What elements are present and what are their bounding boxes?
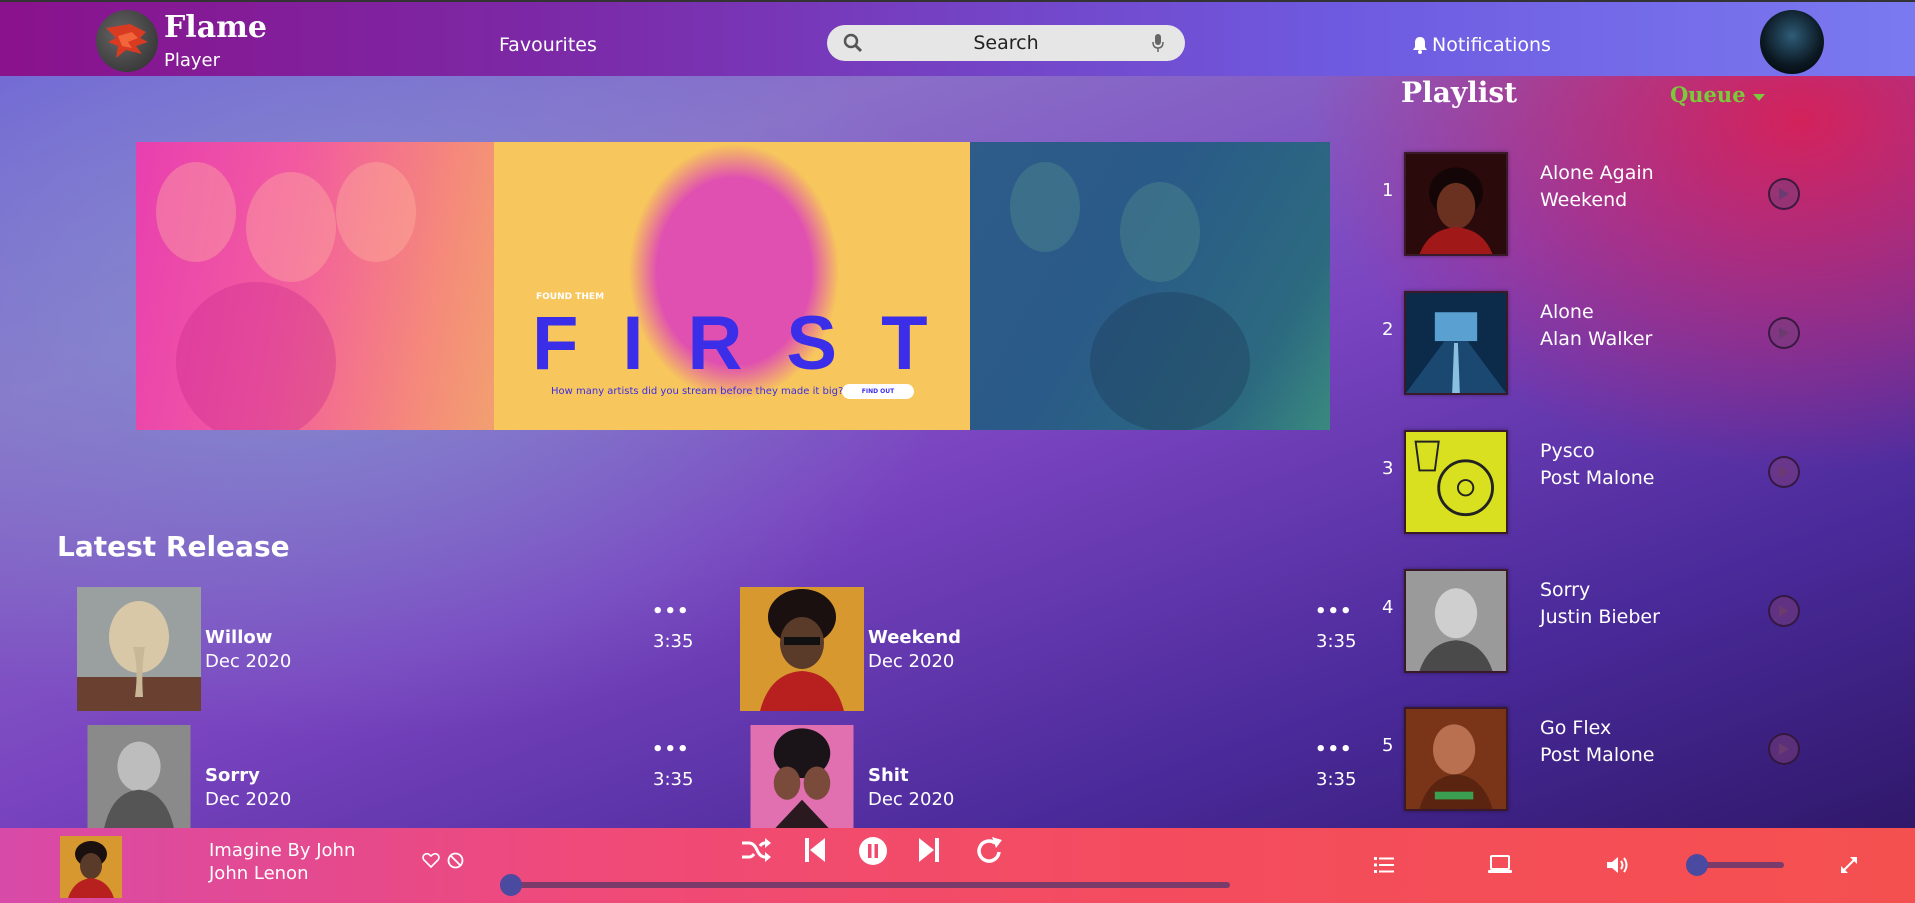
repeat-icon[interactable] — [974, 836, 1004, 866]
track-art — [1404, 707, 1508, 811]
flame-logo-icon[interactable] — [96, 10, 158, 72]
release-item[interactable]: Weekend Dec 2020 ••• 3:35 — [740, 587, 1360, 711]
playlist-title: Playlist — [1401, 76, 1518, 109]
top-bar: Flame Player Favourites Search Notificat… — [0, 0, 1915, 76]
microphone-icon[interactable] — [1151, 33, 1165, 53]
release-name: Willow — [205, 627, 273, 648]
playlist-row[interactable]: 4 Sorry Justin Bieber — [1380, 569, 1820, 677]
notifications-label: Notifications — [1432, 34, 1551, 56]
banner-slide-right[interactable] — [970, 142, 1330, 430]
track-art — [1404, 430, 1508, 534]
playlist-row[interactable]: 2 Alone Alan Walker — [1380, 291, 1820, 399]
track-number: 4 — [1382, 597, 1394, 618]
track-artist: Post Malone — [1540, 467, 1655, 489]
more-options-icon[interactable]: ••• — [652, 739, 690, 760]
track-artist: Alan Walker — [1540, 328, 1653, 350]
shuffle-icon[interactable] — [740, 836, 772, 864]
release-art-willow — [77, 587, 201, 711]
next-icon[interactable] — [918, 836, 940, 864]
block-icon[interactable] — [447, 852, 464, 869]
progress-track[interactable] — [504, 882, 1230, 888]
track-number: 2 — [1382, 319, 1394, 340]
track-title: Pysco — [1540, 440, 1595, 462]
notifications-button[interactable]: Notifications — [1412, 34, 1551, 56]
queue-label: Queue — [1670, 82, 1746, 107]
heart-icon[interactable] — [422, 852, 440, 868]
now-playing-artist: John Lenon — [209, 863, 309, 884]
pause-icon[interactable] — [858, 836, 888, 866]
volume-knob[interactable] — [1686, 854, 1708, 876]
search-placeholder: Search — [973, 32, 1039, 54]
track-number: 1 — [1382, 180, 1394, 201]
play-icon[interactable] — [1768, 456, 1800, 488]
user-avatar[interactable] — [1760, 10, 1824, 74]
release-name: Weekend — [868, 627, 962, 648]
queue-dropdown[interactable]: Queue — [1670, 82, 1765, 107]
playlist-row[interactable]: 5 Go Flex Post Malone — [1380, 707, 1820, 815]
release-date: Dec 2020 — [868, 789, 955, 810]
track-number: 5 — [1382, 735, 1394, 756]
playlist-row[interactable]: 1 Alone Again Weekend — [1380, 152, 1820, 260]
queue-list-icon[interactable] — [1374, 856, 1394, 874]
release-duration: 3:35 — [653, 631, 694, 652]
play-icon[interactable] — [1768, 595, 1800, 627]
track-number: 3 — [1382, 458, 1394, 479]
banner-question: How many artists did you stream before t… — [551, 386, 844, 397]
play-icon[interactable] — [1768, 178, 1800, 210]
now-playing-art — [60, 836, 122, 898]
track-title: Go Flex — [1540, 717, 1612, 739]
fullscreen-icon[interactable] — [1840, 856, 1858, 874]
play-icon[interactable] — [1768, 317, 1800, 349]
track-title: Sorry — [1540, 579, 1591, 601]
banner-slide-left[interactable] — [136, 142, 496, 430]
playlist-row[interactable]: 3 Pysco Post Malone — [1380, 430, 1820, 538]
track-art — [1404, 152, 1508, 256]
play-icon[interactable] — [1768, 733, 1800, 765]
player-bar: Imagine By John John Lenon — [0, 828, 1915, 903]
more-options-icon[interactable]: ••• — [1315, 601, 1353, 622]
release-name: Sorry — [205, 765, 260, 786]
previous-icon[interactable] — [804, 836, 826, 864]
release-duration: 3:35 — [1316, 631, 1357, 652]
release-name: Shit — [868, 765, 909, 786]
now-playing-title: Imagine By John — [209, 840, 356, 861]
track-artist: Post Malone — [1540, 744, 1655, 766]
release-date: Dec 2020 — [205, 789, 292, 810]
featured-banner[interactable]: FOUND THEM FIRST How many artists did yo… — [136, 142, 1330, 430]
release-art-shit — [750, 725, 854, 828]
track-title: Alone Again — [1540, 162, 1654, 184]
release-art-weekend — [740, 587, 864, 711]
search-input[interactable]: Search — [827, 25, 1185, 61]
track-artist: Justin Bieber — [1540, 606, 1660, 628]
release-date: Dec 2020 — [868, 651, 955, 672]
more-options-icon[interactable]: ••• — [652, 601, 690, 622]
find-out-button[interactable]: FIND OUT — [842, 384, 914, 399]
banner-slide-first[interactable]: FOUND THEM FIRST How many artists did yo… — [494, 142, 972, 430]
track-art — [1404, 569, 1508, 673]
more-options-icon[interactable]: ••• — [1315, 739, 1353, 760]
brand-subtitle: Player — [164, 50, 221, 71]
release-date: Dec 2020 — [205, 651, 292, 672]
caret-down-icon — [1752, 94, 1765, 101]
progress-knob[interactable] — [500, 874, 522, 896]
track-title: Alone — [1540, 301, 1594, 323]
release-art-sorry — [87, 725, 191, 828]
bell-icon — [1413, 37, 1427, 54]
volume-icon[interactable] — [1606, 855, 1632, 875]
release-item[interactable]: Willow Dec 2020 ••• 3:35 — [77, 587, 697, 711]
track-art — [1404, 291, 1508, 395]
brand-title: Flame — [164, 10, 267, 45]
latest-release-title: Latest Release — [57, 530, 290, 563]
banner-headline: FIRST — [532, 301, 972, 386]
track-artist: Weekend — [1540, 189, 1628, 211]
device-laptop-icon[interactable] — [1488, 855, 1512, 875]
release-duration: 3:35 — [653, 769, 694, 790]
nav-favourites[interactable]: Favourites — [499, 34, 597, 56]
release-duration: 3:35 — [1316, 769, 1357, 790]
